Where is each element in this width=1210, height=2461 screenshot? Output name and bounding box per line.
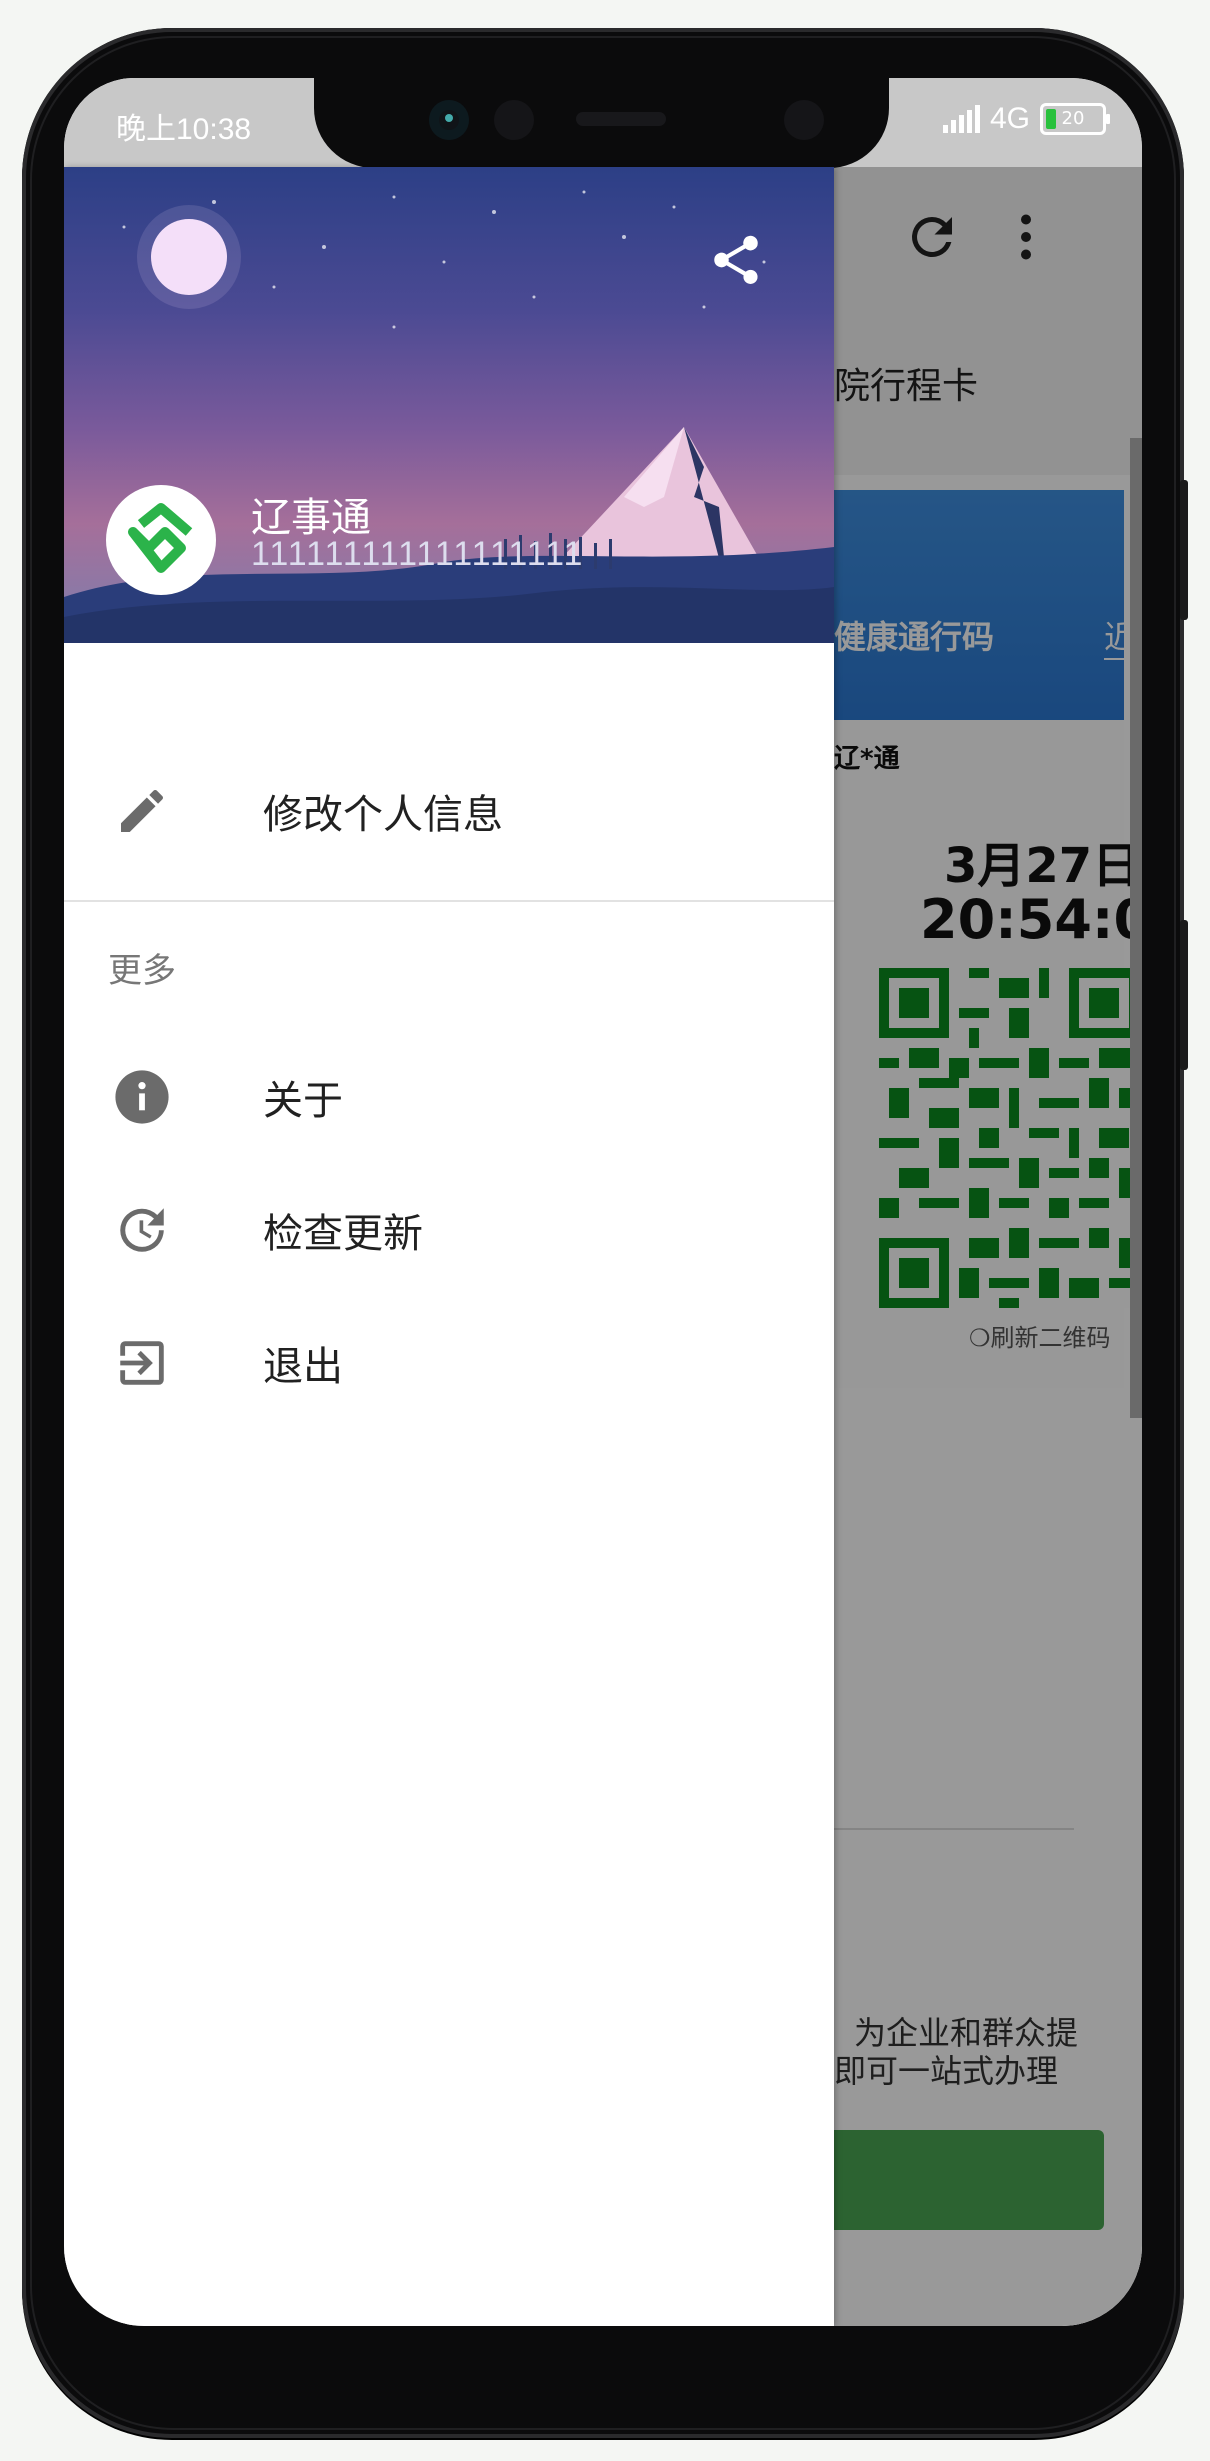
menu-item-label: 修改个人信息 xyxy=(263,792,503,838)
menu-item-edit-profile[interactable]: 修改个人信息 xyxy=(64,751,834,871)
drawer-header: 辽事通 111111111111111111 xyxy=(64,167,834,643)
navigation-drawer: 辽事通 111111111111111111 修改个人信息 更多 关于 检查更新 xyxy=(64,167,834,2326)
sensor-icon xyxy=(784,100,824,140)
volume-button xyxy=(1180,920,1188,1070)
menu-item-label: 检查更新 xyxy=(263,1211,423,1257)
network-type: 4G xyxy=(989,102,1030,135)
drawer-divider xyxy=(64,900,834,902)
screen: 院行程卡 健康通行码 近 辽*通 3月27日 20:54:07 xyxy=(64,78,1142,2326)
status-time: 晚上10:38 xyxy=(116,113,252,146)
edit-icon xyxy=(112,781,172,841)
signal-icon xyxy=(942,105,980,133)
front-camera-icon xyxy=(429,100,469,140)
user-id: 111111111111111111 xyxy=(251,535,585,573)
app-logo xyxy=(106,485,216,595)
status-bar: 晚上10:38 4G 20 xyxy=(64,78,1142,168)
menu-item-logout[interactable]: 退出 xyxy=(64,1303,834,1423)
info-icon xyxy=(112,1067,172,1127)
section-header-more: 更多 xyxy=(108,951,176,991)
sensor-icon xyxy=(494,100,534,140)
liaoshitong-logo-icon xyxy=(128,503,193,573)
battery-level: 20 xyxy=(1061,108,1085,129)
power-button xyxy=(1180,480,1188,620)
menu-item-about[interactable]: 关于 xyxy=(64,1037,834,1157)
battery-icon: 20 xyxy=(1040,103,1110,135)
update-icon xyxy=(112,1200,172,1260)
menu-item-check-update[interactable]: 检查更新 xyxy=(64,1170,834,1290)
earpiece-speaker xyxy=(576,112,666,126)
status-indicators: 4G 20 xyxy=(942,102,1110,136)
share-icon[interactable] xyxy=(707,229,765,291)
camera-notch xyxy=(314,78,889,168)
logout-icon xyxy=(112,1333,172,1393)
menu-item-label: 退出 xyxy=(263,1344,343,1390)
menu-item-label: 关于 xyxy=(263,1078,343,1124)
scrollbar[interactable] xyxy=(1130,438,1142,1418)
